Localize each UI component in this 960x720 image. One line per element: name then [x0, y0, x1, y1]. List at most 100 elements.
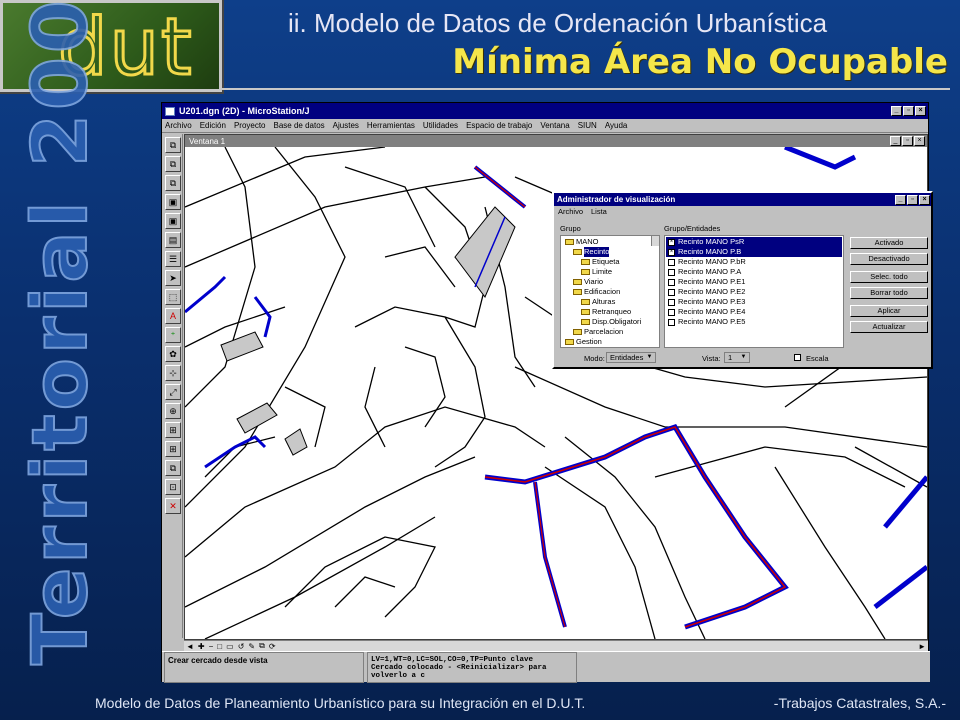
entity-item[interactable]: Recinto MANO P.A — [666, 267, 842, 277]
menu-herramientas[interactable]: Herramientas — [367, 121, 415, 130]
zoom-out-icon[interactable]: − — [209, 642, 214, 651]
dialog-maximize-icon[interactable]: ▫ — [907, 194, 918, 205]
menu-archivo[interactable]: Archivo — [165, 121, 192, 130]
tree-item-alturas[interactable]: Alturas — [563, 297, 657, 307]
place-fence-icon[interactable]: ⬚ — [165, 289, 181, 305]
cell-icon[interactable]: ▤ — [165, 232, 181, 248]
window-icon[interactable]: □ — [217, 642, 222, 651]
view-select[interactable]: 1 ▼ — [724, 352, 750, 363]
menu-ajustes[interactable]: Ajustes — [333, 121, 359, 130]
grid-icon[interactable]: ⊞ — [165, 422, 181, 438]
entity-item[interactable]: Recinto MANO P.E3 — [666, 297, 842, 307]
fit-icon[interactable]: ▭ — [226, 642, 234, 651]
tree-item-recinto[interactable]: Recinto — [563, 247, 657, 257]
mode-select[interactable]: Entidades ▼ — [606, 352, 656, 363]
entity-item[interactable]: × Recinto MANO PsR — [666, 237, 842, 247]
view-close-icon[interactable]: × — [914, 136, 925, 146]
clear-all-button[interactable]: Borrar todo — [850, 287, 928, 299]
checkbox-icon[interactable] — [668, 288, 675, 296]
dialog-menu-lista[interactable]: Lista — [591, 207, 607, 216]
fence-copy-icon[interactable]: ▣ — [165, 213, 181, 229]
select-all-button[interactable]: Selec. todo — [850, 271, 928, 283]
copy-view-icon[interactable]: ⧉ — [259, 641, 265, 651]
checkbox-checked-icon[interactable]: × — [668, 238, 675, 246]
snap-icon[interactable]: ⊹ — [165, 365, 181, 381]
update-button[interactable]: Actualizar — [850, 321, 928, 333]
tree-item-retranqueo[interactable]: Retranqueo — [563, 307, 657, 317]
select-arrow-icon[interactable]: ➤ — [165, 270, 181, 286]
arrow-right-icon[interactable]: ► — [918, 642, 926, 651]
menu-ayuda[interactable]: Ayuda — [605, 121, 628, 130]
measure-icon[interactable]: ⊡ — [165, 479, 181, 495]
entity-item[interactable]: Recinto MANO P.E1 — [666, 277, 842, 287]
dialog-buttons: Activado Desactivado Selec. todo Borrar … — [850, 237, 928, 337]
maximize-icon[interactable]: ▫ — [903, 106, 914, 116]
menu-utilidades[interactable]: Utilidades — [423, 121, 458, 130]
menu-proyecto[interactable]: Proyecto — [234, 121, 266, 130]
text-icon[interactable]: A — [165, 308, 181, 324]
entity-item[interactable]: Recinto MANO P.E2 — [666, 287, 842, 297]
zoom-icon[interactable]: ⊕ — [165, 403, 181, 419]
view-window[interactable]: Ventana 1 _ ▫ × Administrador de visuali… — [184, 134, 933, 640]
activado-button[interactable]: Activado — [850, 237, 928, 249]
checkbox-icon[interactable] — [668, 298, 675, 306]
move-element-icon[interactable]: ⧉ — [165, 175, 181, 191]
tree-item-viario[interactable]: Viario — [563, 277, 657, 287]
dimension-icon[interactable]: ⁺ — [165, 327, 181, 343]
close-icon[interactable]: × — [915, 106, 926, 116]
view-attributes-icon[interactable]: ⊞ — [165, 441, 181, 457]
title-divider — [222, 88, 950, 90]
checkbox-icon[interactable] — [668, 258, 675, 266]
entity-item[interactable]: × Recinto MANO P.B — [666, 247, 842, 257]
delete-icon[interactable]: ✕ — [165, 498, 181, 514]
arrow-left-icon[interactable]: ◄ — [186, 642, 194, 651]
fence-icon[interactable]: ▣ — [165, 194, 181, 210]
rotate-icon[interactable]: ↺ — [238, 642, 245, 651]
menu-siun[interactable]: SIUN — [578, 121, 597, 130]
dialog-minimize-icon[interactable]: _ — [895, 194, 906, 205]
view-minimize-icon[interactable]: _ — [890, 136, 901, 146]
tree-item-limite[interactable]: Limite — [563, 267, 657, 277]
visualization-manager-dialog: Administrador de visualización _ ▫ × Arc… — [552, 191, 933, 369]
group-tree[interactable]: MANO Recinto Etiqueta Limite Viario Edif… — [560, 235, 660, 348]
entity-item[interactable]: Recinto MANO P.E5 — [666, 317, 842, 327]
menu-ventana[interactable]: Ventana — [540, 121, 569, 130]
list-icon[interactable]: ☰ — [165, 251, 181, 267]
tree-item-etiqueta[interactable]: Etiqueta — [563, 257, 657, 267]
scale-checkbox[interactable] — [794, 354, 801, 361]
view-title-bar: Ventana 1 _ ▫ × — [185, 135, 927, 147]
pan-icon[interactable]: ✚ — [198, 642, 205, 651]
checkbox-icon[interactable] — [668, 278, 675, 286]
apply-button[interactable]: Aplicar — [850, 305, 928, 317]
tree-item-parcelacion[interactable]: Parcelacion — [563, 327, 657, 337]
checkbox-icon[interactable] — [668, 308, 675, 316]
dialog-menu-archivo[interactable]: Archivo — [558, 207, 583, 216]
checkbox-icon[interactable] — [668, 318, 675, 326]
menu-espacio-de-trabajo[interactable]: Espacio de trabajo — [466, 121, 532, 130]
copy-element-icon[interactable]: ⧉ — [165, 156, 181, 172]
refresh-icon[interactable]: ⟳ — [269, 642, 276, 651]
minimize-icon[interactable]: _ — [891, 106, 902, 116]
tree-scrollbar[interactable] — [651, 236, 659, 246]
palette-icon[interactable]: ✿ — [165, 346, 181, 362]
checkbox-checked-icon[interactable]: × — [668, 248, 675, 256]
view-maximize-icon[interactable]: ▫ — [902, 136, 913, 146]
tree-item-disp-obligatori[interactable]: Disp.Obligatori — [563, 317, 657, 327]
fit-view-icon[interactable]: ⧉ — [165, 460, 181, 476]
menu-base-de-datos[interactable]: Base de datos — [274, 121, 325, 130]
checkbox-icon[interactable] — [668, 268, 675, 276]
view-tools-bar: ◄ ✚ − □ ▭ ↺ ✎ ⧉ ⟳ ► — [184, 640, 928, 651]
entity-item[interactable]: Recinto MANO P.E4 — [666, 307, 842, 317]
tree-item-gestion[interactable]: Gestion — [563, 337, 657, 347]
desactivado-button[interactable]: Desactivado — [850, 253, 928, 265]
dialog-close-icon[interactable]: × — [919, 194, 930, 205]
tree-item-edificacion[interactable]: Edificacion — [563, 287, 657, 297]
entities-list[interactable]: × Recinto MANO PsR × Recinto MANO P.B Reci… — [664, 235, 844, 348]
window-area-icon[interactable]: ⤢ — [165, 384, 181, 400]
tree-item-mano[interactable]: MANO — [563, 237, 657, 247]
copy-view-icon[interactable]: ⧉ — [165, 137, 181, 153]
entity-item[interactable]: Recinto MANO P.bR — [666, 257, 842, 267]
menu-edicion[interactable]: Edición — [200, 121, 226, 130]
pencil-icon[interactable]: ✎ — [248, 642, 255, 651]
folder-icon — [581, 319, 590, 325]
